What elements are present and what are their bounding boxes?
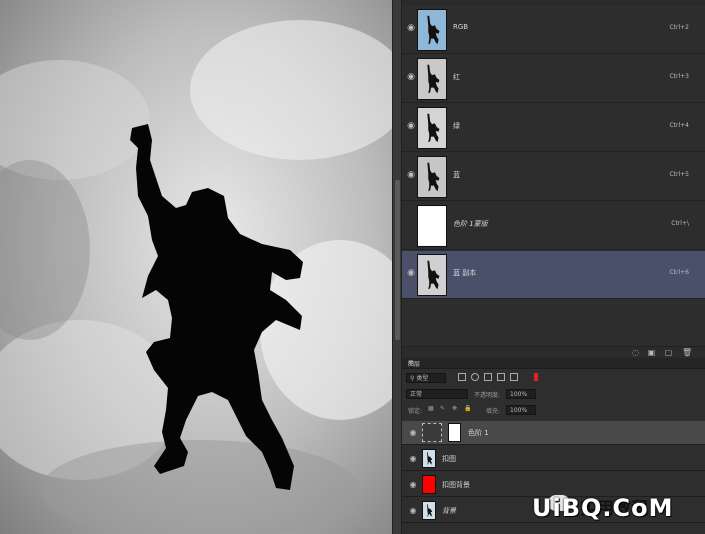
blend-bar: 正常 不透明度: 100% (402, 387, 705, 401)
document-canvas[interactable] (0, 0, 392, 534)
layer-thumbnail (422, 449, 436, 468)
opacity-label: 不透明度: (474, 392, 501, 399)
adjustment-filter-icon[interactable] (471, 373, 479, 381)
visibility-eye-icon[interactable]: ◉ (408, 506, 418, 516)
visibility-eye-icon[interactable] (405, 218, 417, 230)
channel-shortcut: Ctrl+\ (671, 220, 689, 227)
channel-row[interactable]: 色阶 1蒙版 Ctrl+\ (402, 202, 705, 250)
smart-object-filter-icon[interactable] (510, 373, 518, 381)
channel-row[interactable]: ◉ 蓝 Ctrl+5 (402, 153, 705, 201)
lock-image-icon[interactable]: ✎ (440, 405, 445, 412)
lock-position-icon[interactable]: ✥ (452, 405, 457, 412)
filter-toggle-icon[interactable] (534, 373, 538, 381)
load-selection-icon[interactable]: ◌ (631, 349, 640, 357)
channel-row[interactable]: ◉ 绿 Ctrl+4 (402, 104, 705, 152)
channel-shortcut: Ctrl+3 (669, 73, 689, 80)
opacity-input[interactable]: 100% (506, 389, 536, 399)
visibility-eye-icon[interactable]: ◉ (408, 454, 418, 464)
lock-bar: 锁定: ▦ ✎ ✥ 🔒 填充: 100% (402, 403, 705, 417)
layer-name: 背景 (442, 507, 456, 515)
watermark-domain: UiBQ.CoM (532, 494, 674, 522)
channel-name: 蓝 (453, 171, 460, 179)
layers-tab[interactable]: 图层 ≡ (402, 358, 705, 369)
channel-thumbnail (417, 156, 447, 198)
layer-name: 扣图 (442, 455, 456, 463)
fill-label: 填充: (486, 408, 501, 415)
new-channel-icon[interactable]: ▢ (664, 349, 673, 357)
layer-name: 色阶 1 (468, 429, 489, 437)
scrollbar-thumb[interactable] (395, 180, 400, 340)
kind-filter-select[interactable]: ⚲ 类型 (406, 373, 446, 383)
canvas-scrollbar[interactable] (392, 0, 402, 534)
lock-pixels-icon[interactable]: ▦ (428, 405, 434, 412)
shape-filter-icon[interactable] (497, 373, 505, 381)
channel-shortcut: Ctrl+4 (669, 122, 689, 129)
channel-row[interactable]: ◉ RGB Ctrl+2 (402, 6, 705, 54)
blend-mode-select[interactable]: 正常 (406, 389, 468, 399)
visibility-eye-icon[interactable]: ◉ (408, 428, 418, 438)
canvas-image (0, 0, 392, 534)
visibility-eye-icon[interactable]: ◉ (405, 267, 417, 279)
channel-name: 红 (453, 73, 460, 81)
lock-all-icon[interactable]: 🔒 (464, 405, 471, 412)
channel-shortcut: Ctrl+5 (669, 171, 689, 178)
channel-shortcut: Ctrl+6 (669, 269, 689, 276)
blend-mode-value: 正常 (410, 391, 423, 398)
layer-row[interactable]: ◉ 色阶 1 (402, 421, 705, 445)
channel-row[interactable]: ◉ 蓝 副本 Ctrl+6 (402, 251, 705, 299)
delete-channel-icon[interactable]: 🗑 (682, 349, 692, 357)
layer-thumbnail (422, 501, 436, 520)
visibility-eye-icon[interactable]: ◉ (408, 480, 418, 490)
layer-mask-thumbnail[interactable] (448, 423, 461, 442)
channel-name: 蓝 副本 (453, 269, 477, 277)
channel-thumbnail (417, 58, 447, 100)
pixel-filter-icon[interactable] (458, 373, 466, 381)
fill-value: 100% (510, 407, 528, 414)
save-selection-icon[interactable]: ▣ (647, 349, 656, 357)
layer-thumbnail (422, 475, 436, 494)
layer-name: 扣图背景 (442, 481, 470, 489)
visibility-eye-icon[interactable]: ◉ (405, 169, 417, 181)
kind-filter-value: 类型 (416, 375, 429, 382)
channel-thumbnail (417, 9, 447, 51)
fill-input[interactable]: 100% (506, 405, 536, 415)
channel-name: 绿 (453, 122, 460, 130)
channel-name: RGB (453, 23, 469, 31)
visibility-eye-icon[interactable]: ◉ (405, 22, 417, 34)
channel-shortcut: Ctrl+2 (669, 24, 689, 31)
opacity-value: 100% (510, 391, 528, 398)
type-filter-icon[interactable] (484, 373, 492, 381)
channel-thumbnail (417, 107, 447, 149)
filter-bar: ⚲ 类型 (402, 371, 705, 385)
channel-thumbnail (417, 205, 447, 247)
visibility-eye-icon[interactable]: ◉ (405, 120, 417, 132)
channel-thumbnail (417, 254, 447, 296)
channels-panel: ◉ RGB Ctrl+2 ◉ 红 Ctrl+3 ◉ 绿 Ctrl+4 ◉ 蓝 Ctrl+5 色阶 1蒙版… (402, 0, 705, 359)
lock-label: 锁定: (408, 408, 423, 415)
visibility-eye-icon[interactable]: ◉ (405, 71, 417, 83)
channel-row[interactable]: ◉ 红 Ctrl+3 (402, 55, 705, 103)
layer-row[interactable]: ◉ 扣图 (402, 447, 705, 471)
panel-menu-icon[interactable]: ≡ (408, 358, 701, 366)
adjustment-icon (422, 423, 442, 442)
channel-name: 色阶 1蒙版 (453, 220, 488, 228)
